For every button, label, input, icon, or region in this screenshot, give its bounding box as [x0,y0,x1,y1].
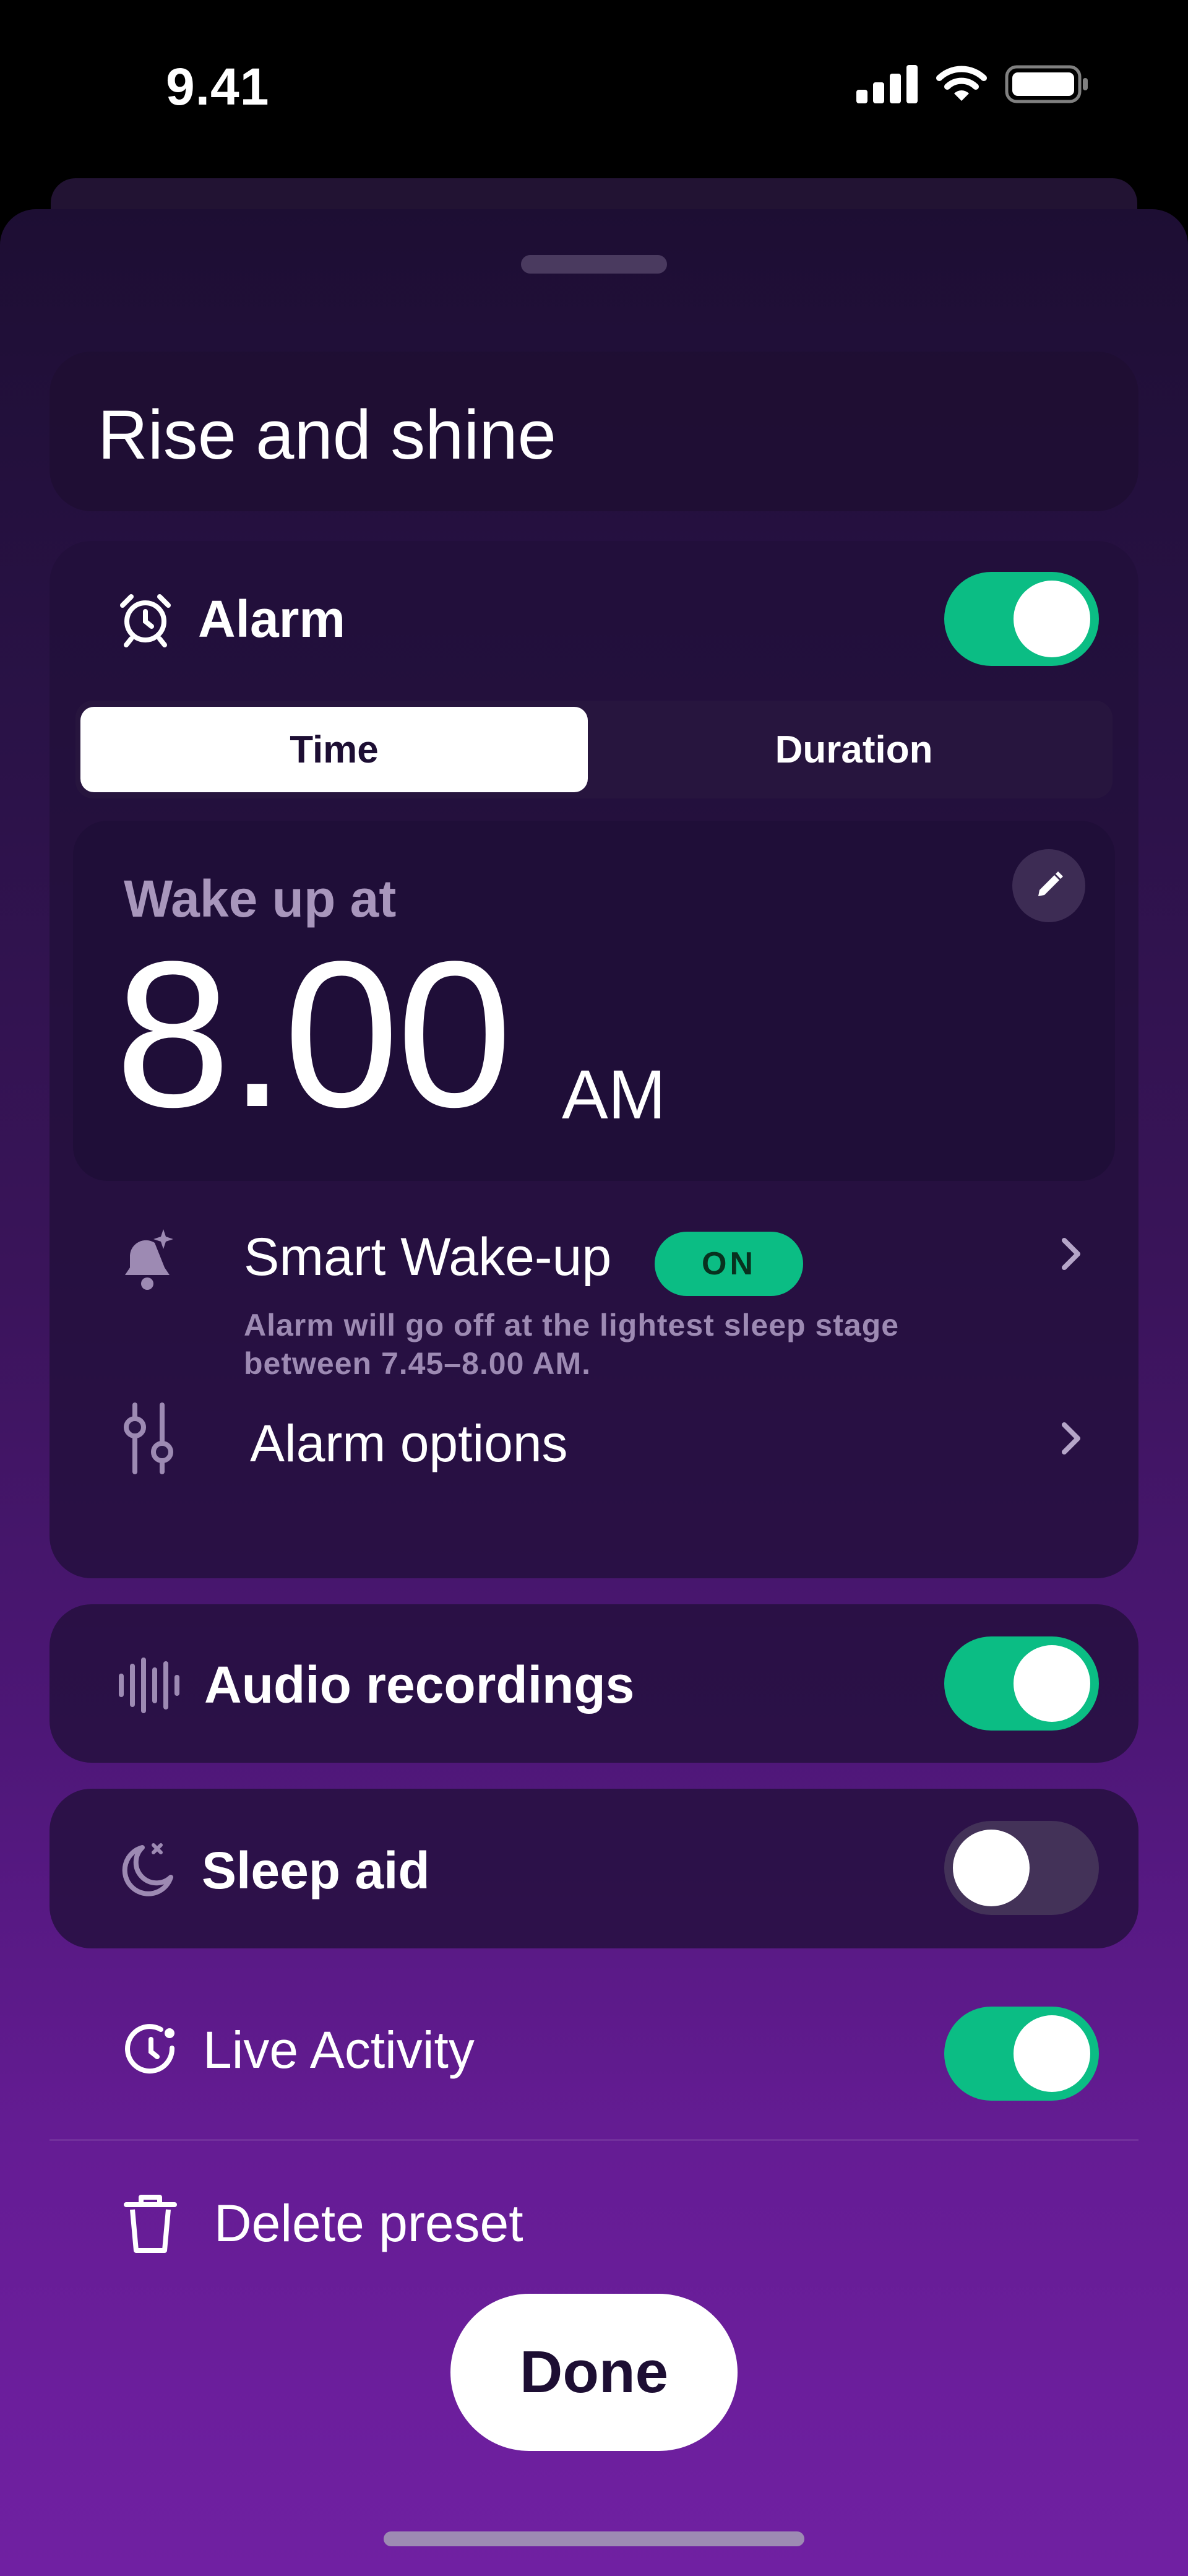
audio-recordings-header: Audio recordings [118,1655,634,1715]
delete-preset-button[interactable]: Delete preset [50,2185,1138,2265]
chevron-right-icon [1062,1422,1080,1454]
status-icons [856,65,1089,103]
toggle-knob [1014,581,1090,657]
moon-icon [122,1843,173,1896]
sleep-aid-card: Sleep aid [50,1789,1138,1948]
preset-name-field[interactable]: Rise and shine [50,352,1138,511]
live-activity-label: Live Activity [203,2021,475,2079]
audio-recordings-toggle[interactable] [944,1636,1099,1731]
live-activity-toggle[interactable] [944,2007,1099,2101]
live-clock-icon [125,2023,175,2073]
sliders-icon [124,1403,173,1474]
home-indicator [384,2531,804,2546]
alarm-toggle[interactable] [944,572,1099,666]
alarm-options-label: Alarm options [250,1414,568,1472]
toggle-knob [953,1830,1030,1906]
wake-ampm: AM [562,1056,666,1133]
smart-wakeup-status-badge: ON [655,1232,803,1296]
alarm-header: Alarm [118,589,345,649]
smart-wakeup-row[interactable]: Smart Wake-up ON Alarm will go off at th… [118,1227,1083,1381]
tab-duration[interactable]: Duration [600,707,1108,792]
sleep-aid-toggle[interactable] [944,1821,1099,1915]
tab-time[interactable]: Time [80,707,588,792]
alarm-mode-segmented-control: Time Duration [75,701,1113,798]
waveform-icon [119,1657,179,1713]
audio-recordings-card: Audio recordings [50,1604,1138,1763]
alarm-label: Alarm [198,590,346,648]
delete-preset-content: Delete preset [123,2192,523,2254]
chevron-right-icon [1062,1238,1080,1270]
delete-preset-label: Delete preset [214,2193,523,2252]
divider [50,2139,1138,2141]
sleep-aid-label: Sleep aid [202,1841,430,1900]
preset-name: Rise and shine [98,396,556,473]
status-time: 9.41 [166,58,270,116]
wifi-icon [936,66,987,101]
cellular-icon [856,65,918,103]
audio-recordings-label: Audio recordings [204,1656,635,1714]
live-activity-row: Live Activity [50,1986,1138,2109]
wake-time: 8.00 [115,918,512,1151]
alarm-clock-icon [120,594,171,647]
status-bar: 9.41 [0,0,1188,186]
sheet-grabber[interactable] [521,255,667,274]
alarm-options-row[interactable]: Alarm options [118,1395,1083,1482]
smart-wakeup-title: Smart Wake-up [244,1227,612,1287]
smart-wakeup-description: Alarm will go off at the lightest sleep … [244,1308,900,1381]
smart-bell-icon [125,1229,173,1290]
toggle-knob [1014,1645,1090,1722]
edit-time-button[interactable] [1012,849,1085,922]
done-button[interactable]: Done [450,2294,738,2451]
pencil-icon [1038,871,1063,896]
toggle-knob [1014,2015,1090,2092]
sleep-aid-header: Sleep aid [118,1841,430,1901]
live-activity-header: Live Activity [124,2020,475,2080]
battery-icon [1005,65,1088,103]
alarm-card: Alarm Time Duration Wake up at 8.00 AM S… [50,541,1138,1578]
wake-time-display[interactable]: Wake up at 8.00 AM [73,821,1115,1181]
trash-icon [124,2195,177,2253]
